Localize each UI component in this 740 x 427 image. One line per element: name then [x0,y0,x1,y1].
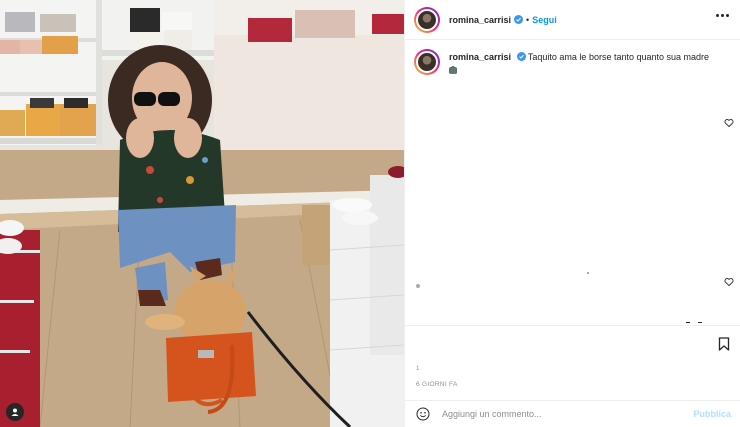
verified-badge-icon [516,52,526,61]
verified-badge-icon [514,15,524,24]
caption-avatar[interactable] [414,49,440,75]
post-side-panel: romina_carrisi • Segui romina_carrisi Ta… [404,0,740,427]
reply-avatar-placeholder [416,284,420,288]
post-header: romina_carrisi • Segui [405,0,740,40]
follow-button[interactable]: Segui [532,15,557,25]
more-options-icon[interactable] [716,14,729,17]
likes-count: 1 [416,366,420,372]
caption-text: romina_carrisi Taquito ama le borse tant… [449,51,709,77]
dash-mark [686,322,690,323]
emoji-icon[interactable] [416,407,430,421]
dash-mark [698,322,702,323]
faint-dot [587,272,589,274]
divider [405,325,740,326]
publish-button[interactable]: Pubblica [693,409,731,419]
caption: romina_carrisi Taquito ama le borse tant… [414,49,732,77]
caption-body: Taquito ama le borse tanto quanto sua ma… [527,52,710,62]
username[interactable]: romina_carrisi [449,15,511,25]
post-photo[interactable] [0,0,404,427]
like-comment-heart-icon[interactable] [724,118,734,128]
shopping-bag-emoji-icon [449,65,457,74]
comment-bar: Pubblica [405,400,740,427]
separator-dot: • [526,14,530,25]
bookmark-icon[interactable] [718,337,730,351]
post-date: 6 GIORNI FA [416,381,458,388]
comment-input[interactable] [442,409,672,419]
caption-username[interactable]: romina_carrisi [449,52,511,62]
avatar[interactable] [414,6,440,33]
like-comment-heart-icon[interactable] [724,277,734,287]
post-image [0,0,404,427]
user-tag-icon[interactable] [6,403,24,421]
